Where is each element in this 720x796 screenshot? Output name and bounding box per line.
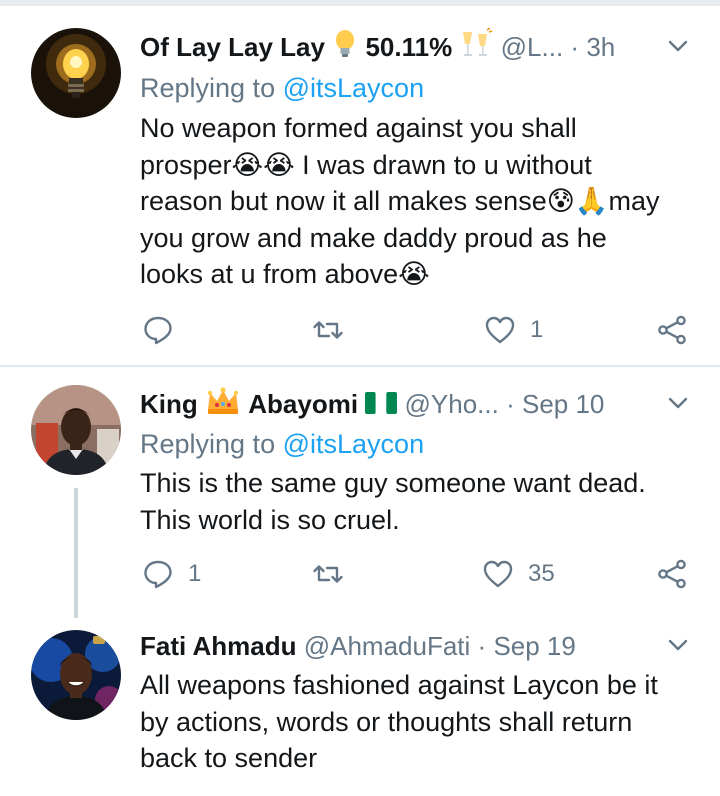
separator-dot: · — [506, 389, 515, 419]
chevron-down-icon[interactable] — [666, 34, 690, 58]
tweet-text-line: This world is so cruel. — [140, 504, 400, 535]
like-count: 1 — [530, 316, 544, 343]
tweet-1[interactable]: Of Lay Lay Lay 50.11% @L... · 3h Replyin… — [0, 0, 720, 366]
user-handle[interactable]: @Yho... — [405, 389, 499, 419]
timestamp[interactable]: Sep 19 — [493, 631, 575, 661]
champagne-emoji — [459, 27, 493, 67]
share-icon — [658, 315, 686, 345]
tweet-text-line: looks at u from above😭 — [140, 259, 430, 289]
mention-link[interactable]: @itsLaycon — [283, 73, 424, 103]
timestamp[interactable]: 3h — [586, 32, 615, 62]
tweet-text-line: back to sender — [140, 743, 318, 773]
like-button[interactable]: 1 — [484, 310, 543, 350]
display-name[interactable]: Fati Ahmadu — [140, 631, 296, 661]
tweet-text: All weapons fashioned against Laycon be … — [140, 667, 700, 777]
user-handle[interactable]: @AhmaduFati — [304, 631, 471, 661]
display-name[interactable]: King — [140, 389, 198, 419]
chevron-down-icon[interactable] — [666, 391, 690, 415]
tweet-text-line: No weapon formed against you shall — [140, 113, 577, 143]
retweet-button[interactable] — [312, 310, 358, 350]
reply-icon — [144, 560, 172, 589]
tweet-header: King Abayomi @Yho... · Sep 10 — [140, 384, 700, 424]
retweet-icon — [313, 321, 343, 339]
tweet-text-line: All weapons fashioned against Laycon be … — [140, 670, 658, 700]
retweet-icon — [313, 565, 343, 583]
tweet-text-line: prosper😭😭 I was drawn to u without — [140, 149, 592, 180]
tweet-text-line: This is the same guy someone want dead. — [140, 468, 646, 498]
like-icon — [483, 560, 513, 588]
display-name-suffix: Abayomi — [248, 389, 359, 419]
replying-to: Replying to @itsLaycon — [140, 70, 424, 106]
separator-dot: · — [477, 631, 487, 661]
display-name[interactable]: Of Lay Lay Lay — [140, 32, 325, 62]
replying-to-label: Replying to — [140, 429, 276, 459]
reply-icon — [144, 316, 172, 345]
thread-line — [74, 488, 78, 618]
mention-link[interactable]: @itsLaycon — [283, 429, 424, 459]
reply-button[interactable] — [142, 310, 188, 350]
like-icon — [485, 316, 515, 344]
replying-to: Replying to @itsLaycon — [140, 426, 424, 462]
tweet-header: Fati Ahmadu @AhmaduFati · Sep 19 — [140, 626, 700, 666]
crown-emoji — [205, 386, 241, 424]
tweet-actions: 1 — [140, 310, 700, 350]
timestamp[interactable]: Sep 10 — [522, 389, 604, 419]
reply-button[interactable]: 1 — [142, 554, 201, 594]
avatar[interactable] — [31, 28, 121, 118]
tweet-text-line: you grow and make daddy proud as he — [140, 222, 607, 253]
like-count: 35 — [528, 560, 555, 587]
tweet-text: No weapon formed against you shall prosp… — [140, 110, 700, 293]
nigeria-flag — [365, 386, 398, 424]
share-icon — [658, 559, 686, 589]
share-button[interactable] — [656, 310, 688, 350]
avatar[interactable] — [31, 385, 121, 475]
replying-to-label: Replying to — [140, 73, 276, 103]
tweet-text: This is the same guy someone want dead. … — [140, 465, 700, 538]
display-name-suffix: 50.11% — [365, 32, 453, 62]
like-button[interactable]: 35 — [482, 554, 555, 594]
tweet-text-line: reason but now it all makes sense😰🙏may — [140, 186, 660, 216]
separator-dot: · — [570, 32, 580, 62]
chevron-down-icon[interactable] — [666, 633, 690, 657]
bulb-emoji — [332, 29, 358, 67]
tweet-2[interactable]: King Abayomi @Yho... · Sep 10 Replying t… — [0, 367, 720, 618]
tweet-header: Of Lay Lay Lay 50.11% @L... · 3h — [140, 27, 700, 67]
tweet-actions: 1 35 — [140, 554, 700, 594]
reply-count: 1 — [188, 560, 202, 587]
share-button[interactable] — [656, 554, 688, 594]
user-handle[interactable]: @L... — [501, 32, 564, 62]
avatar[interactable] — [31, 630, 121, 720]
tweet-3[interactable]: Fati Ahmadu @AhmaduFati · Sep 19 All wea… — [0, 618, 720, 796]
retweet-button[interactable] — [312, 554, 358, 594]
tweet-text-line: by actions, words or thoughts shall retu… — [140, 706, 633, 737]
